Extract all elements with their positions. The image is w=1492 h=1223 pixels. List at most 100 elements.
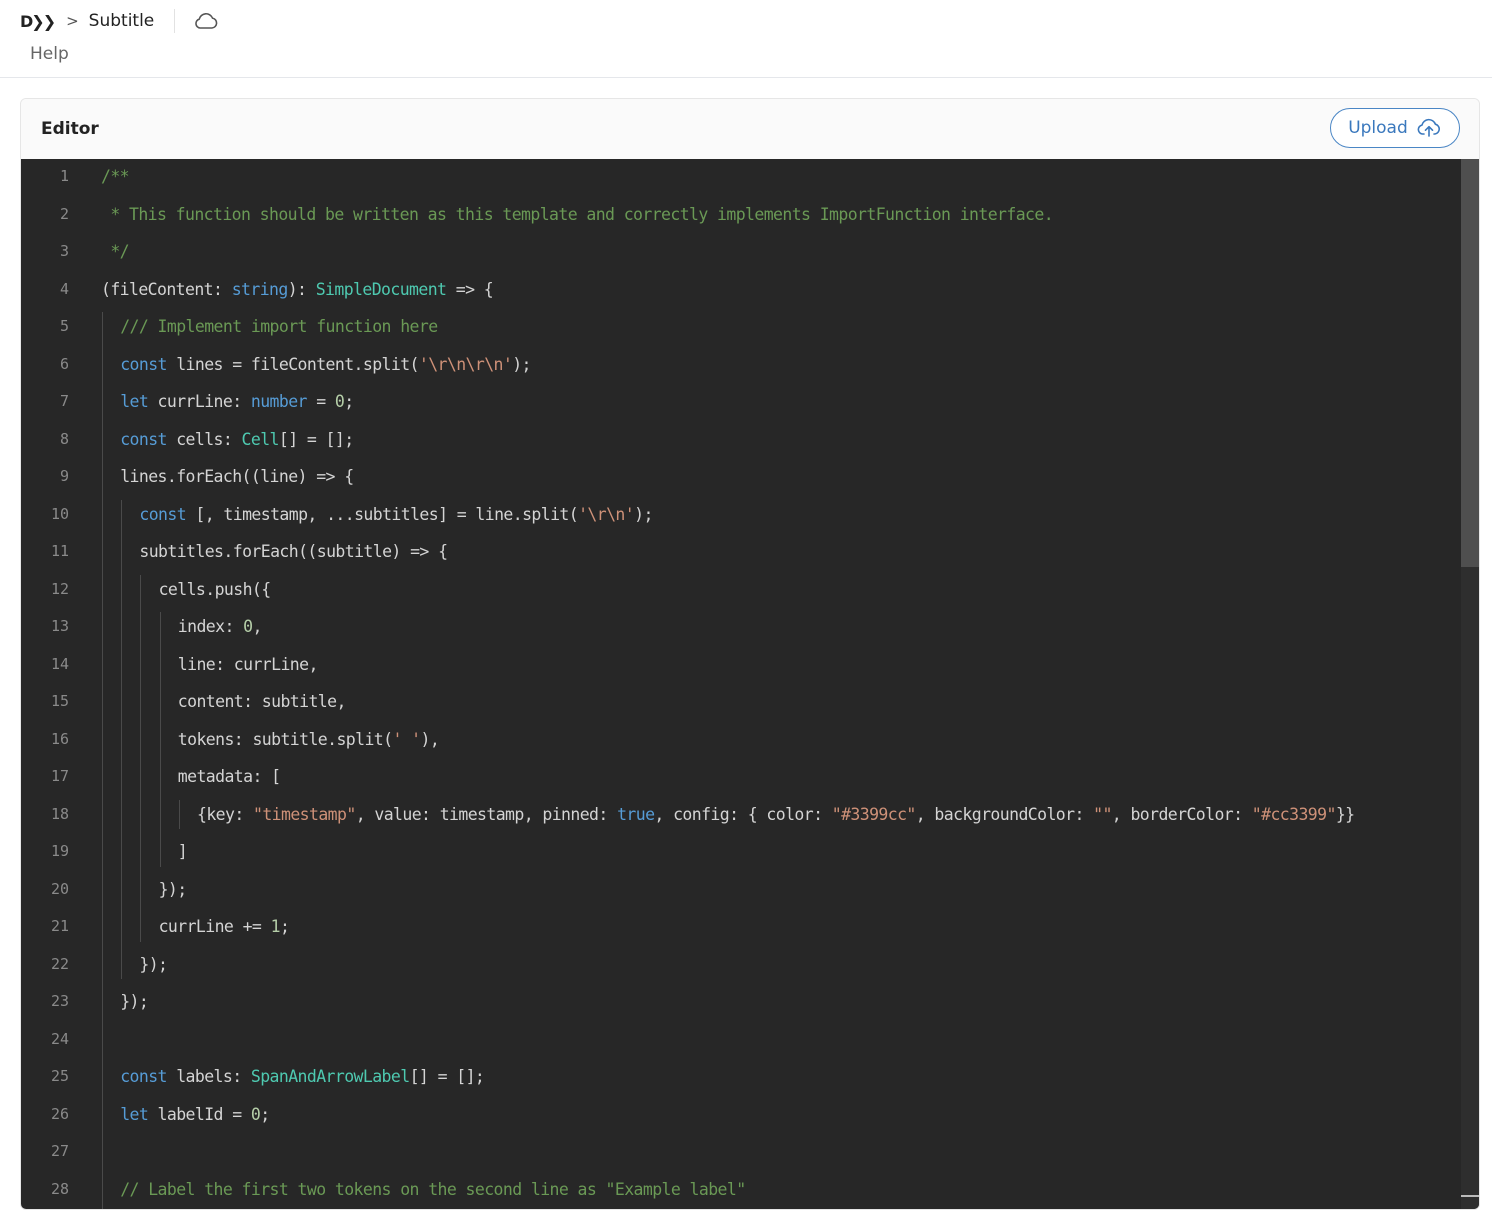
code-line: // Label the first two tokens on the sec…	[120, 1171, 746, 1209]
editor-card-header: Editor Upload	[21, 99, 1479, 159]
upload-button[interactable]: Upload	[1330, 108, 1460, 148]
line-number: 6	[59, 354, 69, 373]
line-number: 12	[50, 579, 69, 598]
line-number: 27	[50, 1142, 69, 1160]
code-token: "#3399cc"	[831, 804, 917, 824]
line-number: 15	[50, 692, 69, 710]
code-token: const	[139, 504, 187, 524]
code-token: cells:	[166, 429, 242, 449]
line-number: 20	[50, 879, 69, 898]
logo[interactable]: D❯❯	[20, 12, 56, 31]
code-token: // Label the first two tokens on the sec…	[120, 1179, 746, 1199]
line-number: 7	[59, 392, 69, 410]
cloud-icon[interactable]	[193, 11, 219, 31]
vertical-scrollbar[interactable]	[1461, 159, 1479, 1209]
line-number: 8	[59, 429, 69, 448]
code-token: index:	[177, 617, 244, 636]
help-menu[interactable]: Help	[30, 44, 69, 64]
editor-card: Editor Upload 1 2 3 4 5 6 7 8 9 10 11 12 13 14 15 16 17 1…	[20, 98, 1480, 1210]
code-token: SpanAndArrowLabel	[250, 1067, 410, 1086]
code-token: content: subtitle,	[177, 692, 347, 711]
code-token: currLine:	[148, 392, 251, 411]
code-line: line: currLine,	[177, 646, 319, 684]
line-number: 23	[50, 992, 69, 1010]
code-token: , value: timestamp, pinned:	[355, 804, 618, 824]
code-line: const [, timestamp, ...subtitles] = line…	[139, 496, 653, 534]
code-line: */	[101, 233, 129, 271]
code-token: }}	[1335, 804, 1355, 824]
code-token: ,	[252, 617, 262, 636]
line-number: 16	[50, 729, 69, 748]
code-token: const	[120, 354, 167, 374]
code-line: {key: "timestamp", value: timestamp, pin…	[197, 796, 1355, 834]
code-token: */	[101, 242, 130, 261]
line-number: 17	[50, 767, 69, 785]
code-token: lines = fileContent.split(	[166, 354, 419, 374]
code-line: let labelId = 0;	[120, 1096, 270, 1134]
code-token: SimpleDocument	[315, 279, 447, 299]
code-token: lines.forEach((line) => {	[120, 467, 354, 486]
code-token: });	[158, 879, 188, 899]
line-number: 22	[50, 954, 69, 973]
code-area[interactable]: /** * This function should be written as…	[101, 159, 1459, 1209]
line-number-gutter: 1 2 3 4 5 6 7 8 9 10 11 12 13 14 15 16 17 18 19 20 21 22 23 24 2…	[21, 159, 83, 1209]
code-line: metadata: [	[178, 758, 281, 796]
code-line: });	[158, 871, 188, 909]
line-number: 3	[59, 242, 69, 260]
code-token: metadata: [	[177, 767, 281, 786]
code-line: subtitles.forEach((subtitle) => {	[139, 533, 448, 571]
header-divider	[174, 9, 176, 33]
code-token: [] = [];	[278, 429, 354, 449]
indent-guide	[159, 612, 161, 867]
code-token: => {	[446, 279, 494, 299]
code-token: const	[120, 429, 167, 449]
page-title: Subtitle	[88, 11, 155, 31]
code-token: ;	[279, 917, 290, 936]
code-token: ;	[344, 392, 354, 411]
code-token: * This function should be written as thi…	[101, 204, 1054, 224]
line-number: 14	[50, 654, 69, 673]
code-token: Cell	[241, 429, 280, 449]
code-token: labelId =	[148, 1104, 251, 1124]
breadcrumb: D❯❯ > Subtitle	[20, 6, 219, 36]
code-line: });	[139, 946, 168, 984]
cloud-upload-icon	[1417, 118, 1440, 137]
indent-guide	[178, 799, 180, 829]
indent-guide	[121, 499, 123, 979]
code-token: cells.push({	[158, 579, 272, 599]
line-number: 28	[50, 1179, 69, 1198]
code-token: [, timestamp, ...subtitles] = line.split…	[186, 504, 579, 524]
code-token: tokens: subtitle.split(	[177, 729, 393, 749]
code-token: subtitles.forEach((subtitle) => {	[139, 542, 448, 561]
code-token: );	[512, 354, 531, 374]
code-token: [] = [];	[409, 1067, 485, 1086]
code-token: , borderColor:	[1111, 804, 1252, 824]
code-token: '\r\n'	[578, 504, 635, 524]
code-line: content: subtitle,	[177, 683, 347, 721]
code-token: let	[120, 1104, 149, 1124]
code-token: });	[120, 992, 149, 1011]
line-number: 25	[50, 1067, 69, 1085]
code-line: currLine += 1;	[159, 908, 290, 946]
code-line: cells.push({	[158, 571, 272, 609]
code-line: const cells: Cell[] = [];	[120, 421, 354, 459]
code-line: });	[120, 983, 149, 1021]
code-token: true	[617, 804, 655, 824]
code-token: ):	[287, 279, 316, 299]
scrollbar-thumb[interactable]	[1461, 159, 1479, 567]
code-token: 0	[250, 1104, 261, 1124]
indent-guide	[140, 574, 142, 942]
code-token: currLine +=	[158, 917, 271, 936]
code-line: const labels: SpanAndArrowLabel[] = [];	[120, 1058, 485, 1096]
breadcrumb-separator: >	[66, 12, 79, 30]
line-number: 18	[50, 804, 69, 823]
line-number: 10	[50, 504, 69, 523]
code-editor[interactable]: 1 2 3 4 5 6 7 8 9 10 11 12 13 14 15 16 17 18 19 20 21 22 23 24 2…	[21, 159, 1479, 1209]
code-token: (fileContent:	[101, 279, 232, 299]
code-token: line: currLine,	[177, 654, 319, 674]
code-token: string	[231, 279, 289, 299]
scrollbar-marker	[1461, 1195, 1479, 1197]
line-number: 9	[59, 467, 69, 485]
code-token: ' '	[392, 729, 421, 749]
line-number: 13	[50, 617, 69, 635]
